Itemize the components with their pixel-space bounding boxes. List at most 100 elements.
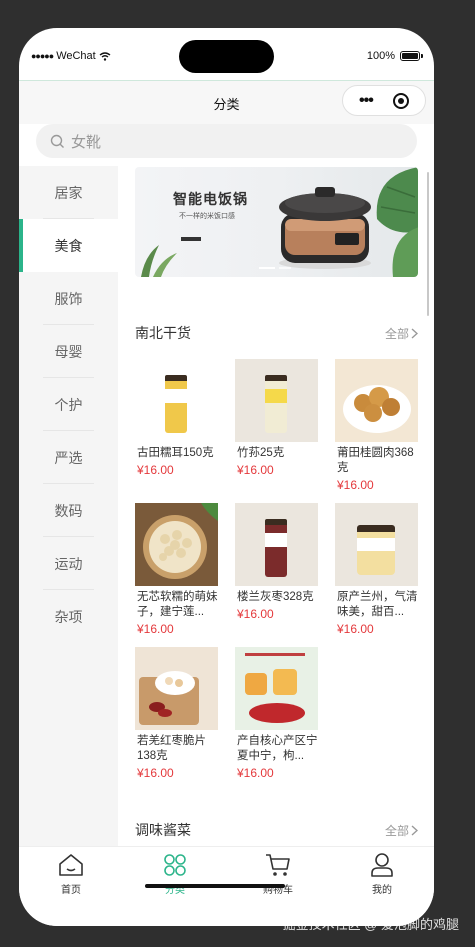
product-price: ¥16.00 xyxy=(237,463,274,477)
search-icon xyxy=(50,134,64,148)
search-area: 女靴 xyxy=(19,124,434,170)
product-card[interactable]: 若羌红枣脆片138克 ¥16.00 xyxy=(135,647,218,780)
sidebar-item-food[interactable]: 美食 xyxy=(19,219,118,272)
banner-button xyxy=(181,237,201,241)
more-icon[interactable]: ••• xyxy=(359,92,374,109)
product-price: ¥16.00 xyxy=(137,766,174,780)
watermark: 掘金技术社区 @ 爱泡脚的鸡腿 xyxy=(282,917,459,932)
sidebar-item-label: 服饰 xyxy=(54,290,83,307)
product-card[interactable]: 古田糯耳150克 ¥16.00 xyxy=(135,359,218,492)
product-card[interactable]: 无芯软糯的萌妹子，建宁莲... ¥16.00 xyxy=(135,503,218,636)
chevron-right-icon xyxy=(411,327,418,339)
product-card[interactable]: 产自核心产区宁夏中宁，枸... ¥16.00 xyxy=(235,647,318,780)
product-name: 产自核心产区宁夏中宁，枸... xyxy=(237,735,318,762)
product-name: 若羌红枣脆片138克 xyxy=(137,735,206,762)
dynamic-island xyxy=(179,40,274,73)
product-card[interactable]: 原产兰州，气清味美，甜百... ¥16.00 xyxy=(335,503,418,636)
product-card[interactable]: 竹荪25克 ¥16.00 xyxy=(235,359,318,492)
tab-cart[interactable]: 购物车 xyxy=(238,853,318,896)
search-input[interactable]: 女靴 xyxy=(36,124,417,158)
user-icon xyxy=(371,853,393,877)
product-image xyxy=(135,647,218,730)
sidebar-item-home[interactable]: 居家 xyxy=(19,166,118,219)
view-all-link[interactable]: 全部 xyxy=(385,325,418,342)
tab-home[interactable]: 首页 xyxy=(31,853,111,896)
product-price: ¥16.00 xyxy=(137,622,174,636)
banner-title: 智能电饭锅 xyxy=(173,191,248,207)
sidebar-item-sports[interactable]: 运动 xyxy=(19,537,118,590)
monstera-leaf-decoration xyxy=(376,167,418,277)
promo-banner[interactable]: 智能电饭锅 不一样的米饭口感 xyxy=(135,167,418,277)
section-title: 调味酱菜 xyxy=(135,822,191,838)
battery-icon xyxy=(400,51,423,61)
tab-label: 我的 xyxy=(372,885,392,896)
sidebar-item-label: 运动 xyxy=(54,555,83,572)
status-bar: ●●●●● WeChat 100% xyxy=(19,28,434,80)
product-name: 原产兰州，气清味美，甜百... xyxy=(337,591,418,618)
sidebar-item-label: 母婴 xyxy=(54,343,83,360)
product-price: ¥16.00 xyxy=(337,478,374,492)
battery-percent: 100% xyxy=(366,50,395,62)
sidebar-item-label: 数码 xyxy=(54,502,83,519)
status-right: 100% xyxy=(366,50,423,62)
product-card[interactable]: 楼兰灰枣328克 ¥16.00 xyxy=(235,503,318,636)
carrier-label: WeChat xyxy=(56,50,96,62)
product-card[interactable]: 莆田桂圆肉368克 ¥16.00 xyxy=(335,359,418,492)
home-icon xyxy=(59,854,83,876)
product-name: 竹荪25克 xyxy=(237,447,285,459)
product-price: ¥16.00 xyxy=(137,463,174,477)
tab-label: 首页 xyxy=(61,885,81,896)
banner-subtitle: 不一样的米饭口感 xyxy=(179,213,235,220)
view-all-label: 全部 xyxy=(384,823,409,838)
product-image xyxy=(335,503,418,586)
view-all-link[interactable]: 全部 xyxy=(385,822,418,839)
category-icon xyxy=(164,854,186,876)
sidebar-item-personal-care[interactable]: 个护 xyxy=(19,378,118,431)
product-name: 楼兰灰枣328克 xyxy=(237,591,314,603)
plant-decoration xyxy=(141,245,177,277)
product-image xyxy=(335,359,418,442)
product-name: 莆田桂圆肉368克 xyxy=(337,447,414,474)
sidebar-item-baby[interactable]: 母婴 xyxy=(19,325,118,378)
product-grid: 古田糯耳150克 ¥16.00 竹荪25克 ¥16.00 莆田桂圆肉368克 ¥… xyxy=(135,359,418,780)
category-content[interactable]: 智能电饭锅 不一样的米饭口感 南北干货 全部 古田糯耳150克 ¥16.00 竹… xyxy=(118,166,434,846)
tab-category[interactable]: 分类 xyxy=(135,853,215,896)
product-price: ¥16.00 xyxy=(237,607,274,621)
product-image xyxy=(235,359,318,442)
sidebar-item-label: 个护 xyxy=(54,396,83,413)
close-target-icon[interactable] xyxy=(392,92,409,109)
section-title: 南北干货 xyxy=(135,325,191,341)
section-header: 南北干货 全部 xyxy=(135,322,418,344)
wifi-icon xyxy=(99,51,111,61)
sidebar-item-label: 居家 xyxy=(54,184,83,201)
sidebar-item-label: 严选 xyxy=(54,449,83,466)
tab-profile[interactable]: 我的 xyxy=(342,853,422,896)
status-left: ●●●●● WeChat xyxy=(31,50,111,62)
section-header: 调味酱菜 全部 xyxy=(135,819,418,841)
sidebar-item-selected[interactable]: 严选 xyxy=(19,431,118,484)
signal-icon: ●●●●● xyxy=(31,51,54,61)
sidebar-item-label: 杂项 xyxy=(54,608,83,625)
product-image xyxy=(135,503,218,586)
home-indicator xyxy=(145,884,285,888)
sidebar-item-clothing[interactable]: 服饰 xyxy=(19,272,118,325)
mini-program-capsule[interactable]: ••• xyxy=(342,85,426,116)
product-image xyxy=(235,647,318,730)
search-placeholder: 女靴 xyxy=(71,133,102,151)
content-scrollbar[interactable] xyxy=(427,172,429,316)
chevron-right-icon xyxy=(411,824,418,836)
carousel-indicator xyxy=(259,267,291,269)
view-all-label: 全部 xyxy=(384,326,409,341)
sidebar-item-label: 美食 xyxy=(54,237,83,254)
product-price: ¥16.00 xyxy=(237,766,274,780)
rice-cooker-image xyxy=(279,187,371,269)
phone-frame: ●●●●● WeChat 100% 分类 ••• 女靴 居家 美食 服饰 母婴 … xyxy=(19,28,434,926)
product-name: 无芯软糯的萌妹子，建宁莲... xyxy=(137,591,218,618)
sidebar-item-misc[interactable]: 杂项 xyxy=(19,590,118,643)
product-price: ¥16.00 xyxy=(337,622,374,636)
navigation-bar: 分类 ••• xyxy=(19,80,434,124)
sidebar-item-digital[interactable]: 数码 xyxy=(19,484,118,537)
cart-icon xyxy=(266,854,290,876)
product-name: 古田糯耳150克 xyxy=(137,447,214,459)
category-sidebar: 居家 美食 服饰 母婴 个护 严选 数码 运动 杂项 xyxy=(19,166,118,846)
